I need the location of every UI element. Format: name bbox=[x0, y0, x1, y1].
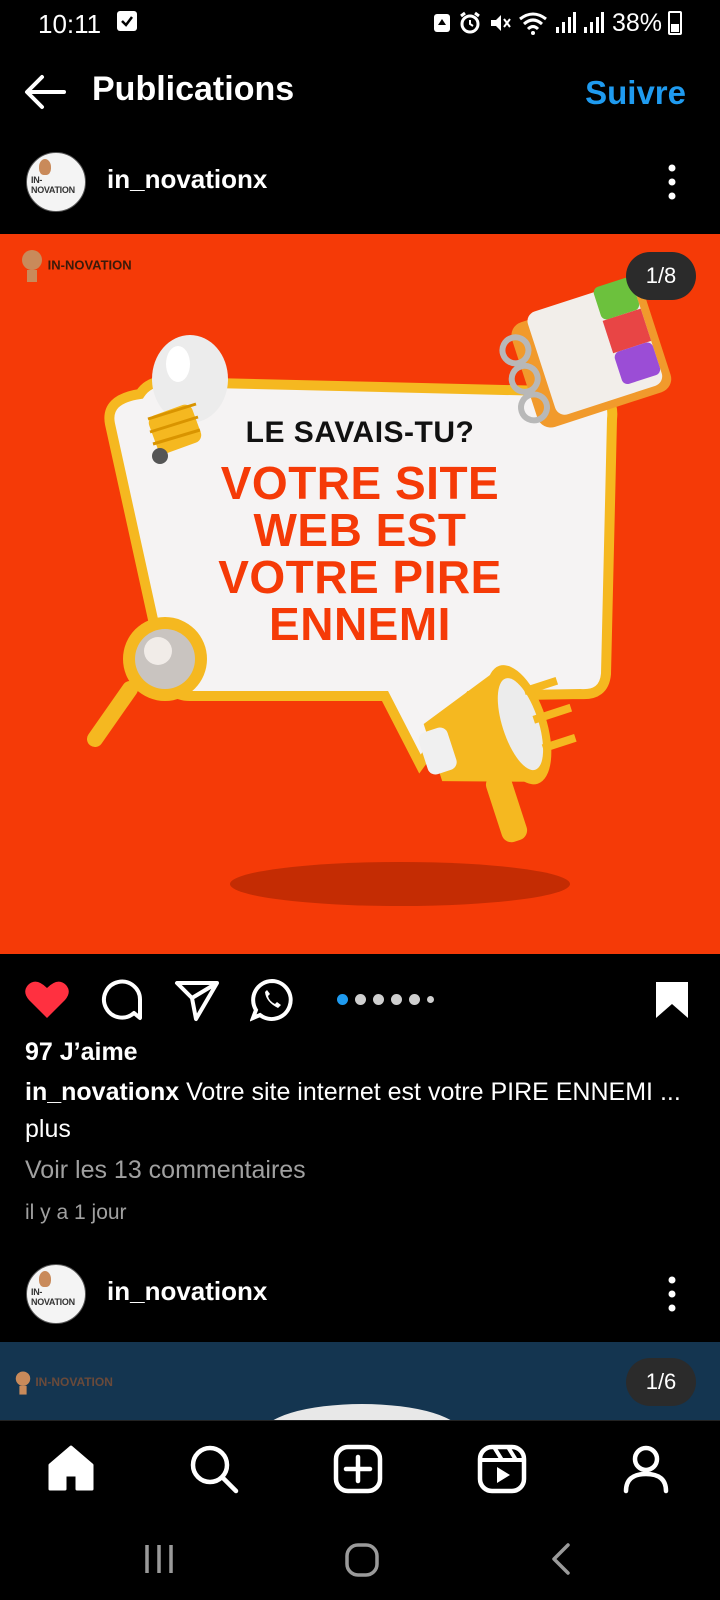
signal-icon-2 bbox=[583, 12, 604, 33]
post-header: IN-NOVATION in_novationx bbox=[0, 150, 720, 214]
like-heart-icon[interactable] bbox=[24, 978, 70, 1020]
bookmark-icon[interactable] bbox=[654, 980, 690, 1020]
post-kicker: LE SAVAIS-TU? bbox=[245, 416, 475, 449]
lightbulb-icon bbox=[39, 159, 51, 175]
carousel-dot bbox=[427, 996, 434, 1003]
comment-icon[interactable] bbox=[100, 978, 144, 1022]
avatar-logo: IN-NOVATION bbox=[31, 1287, 75, 1307]
recent-apps-icon[interactable] bbox=[143, 1542, 175, 1576]
like-count[interactable]: 97 J’aime bbox=[25, 1038, 138, 1067]
wifi-icon bbox=[519, 12, 547, 35]
create-post-icon[interactable] bbox=[332, 1443, 384, 1495]
brand-logo: IN-NOVATION bbox=[14, 1370, 113, 1396]
home-icon[interactable] bbox=[45, 1443, 97, 1495]
view-comments-link[interactable]: Voir les 13 commentaires bbox=[25, 1156, 306, 1185]
brain-bulb-icon bbox=[15, 1371, 31, 1395]
search-icon[interactable] bbox=[188, 1443, 240, 1495]
carousel-dot bbox=[391, 994, 402, 1005]
carousel-dot bbox=[355, 994, 366, 1005]
carousel-dot bbox=[337, 994, 348, 1005]
brain-bulb-icon bbox=[22, 250, 42, 282]
brand-logo: IN-NOVATION bbox=[20, 248, 132, 284]
system-navigation bbox=[0, 1520, 720, 1600]
whatsapp-icon[interactable] bbox=[250, 978, 294, 1022]
mute-icon bbox=[490, 15, 511, 31]
carousel-dot bbox=[373, 994, 384, 1005]
post-header-2: IN-NOVATION in_novationx bbox=[0, 1262, 720, 1326]
carousel-counter: 1/8 bbox=[626, 252, 696, 300]
reels-icon[interactable] bbox=[476, 1443, 528, 1495]
battery-icon bbox=[668, 11, 682, 35]
status-icons: 38% bbox=[432, 8, 682, 38]
post-actions bbox=[0, 970, 720, 1030]
recycle-icon bbox=[433, 14, 450, 32]
follow-button[interactable]: Suivre bbox=[585, 74, 686, 112]
battery-level: 38% bbox=[611, 8, 662, 37]
more-options-icon[interactable] bbox=[668, 162, 676, 202]
username[interactable]: in_novationx bbox=[107, 164, 267, 195]
signal-icon bbox=[555, 12, 576, 33]
caption-text: Votre site internet est votre PIRE ENNEM… bbox=[186, 1078, 653, 1106]
home-button-icon[interactable] bbox=[344, 1542, 380, 1578]
post-image-2[interactable]: IN-NOVATION 1/6 bbox=[0, 1342, 720, 1420]
share-send-icon[interactable] bbox=[174, 978, 220, 1022]
profile-icon[interactable] bbox=[620, 1443, 672, 1495]
post-image[interactable]: IN-NOVATION 1/8 LE SAVAIS-TU? VOTRE SITE… bbox=[0, 234, 720, 954]
post-timestamp: il y a 1 jour bbox=[25, 1201, 127, 1224]
status-time: 10:11 bbox=[38, 9, 102, 39]
checkbox-notification-icon bbox=[117, 11, 137, 31]
system-back-icon[interactable] bbox=[549, 1542, 573, 1576]
avatar[interactable]: IN-NOVATION bbox=[26, 1264, 86, 1324]
post-headline: VOTRE SITE WEB EST VOTRE PIRE ENNEMI bbox=[218, 457, 502, 650]
lightbulb-icon bbox=[39, 1271, 51, 1287]
caption-username[interactable]: in_novationx bbox=[25, 1078, 179, 1106]
avatar[interactable]: IN-NOVATION bbox=[26, 152, 86, 212]
avatar-logo: IN-NOVATION bbox=[31, 175, 75, 195]
image-shape bbox=[262, 1404, 462, 1420]
status-bar: 10:11 38% bbox=[0, 0, 720, 46]
carousel-dot bbox=[409, 994, 420, 1005]
alarm-icon bbox=[460, 11, 480, 34]
top-bar: Publications Suivre bbox=[0, 56, 720, 126]
bottom-navigation bbox=[0, 1420, 720, 1520]
page-title: Publications bbox=[92, 70, 295, 108]
post-caption: in_novationx Votre site internet est vot… bbox=[25, 1074, 685, 1148]
more-options-icon[interactable] bbox=[668, 1274, 676, 1314]
username[interactable]: in_novationx bbox=[107, 1276, 267, 1307]
carousel-indicator bbox=[337, 994, 434, 1005]
carousel-counter: 1/6 bbox=[626, 1358, 696, 1406]
back-arrow-icon[interactable] bbox=[22, 72, 68, 112]
